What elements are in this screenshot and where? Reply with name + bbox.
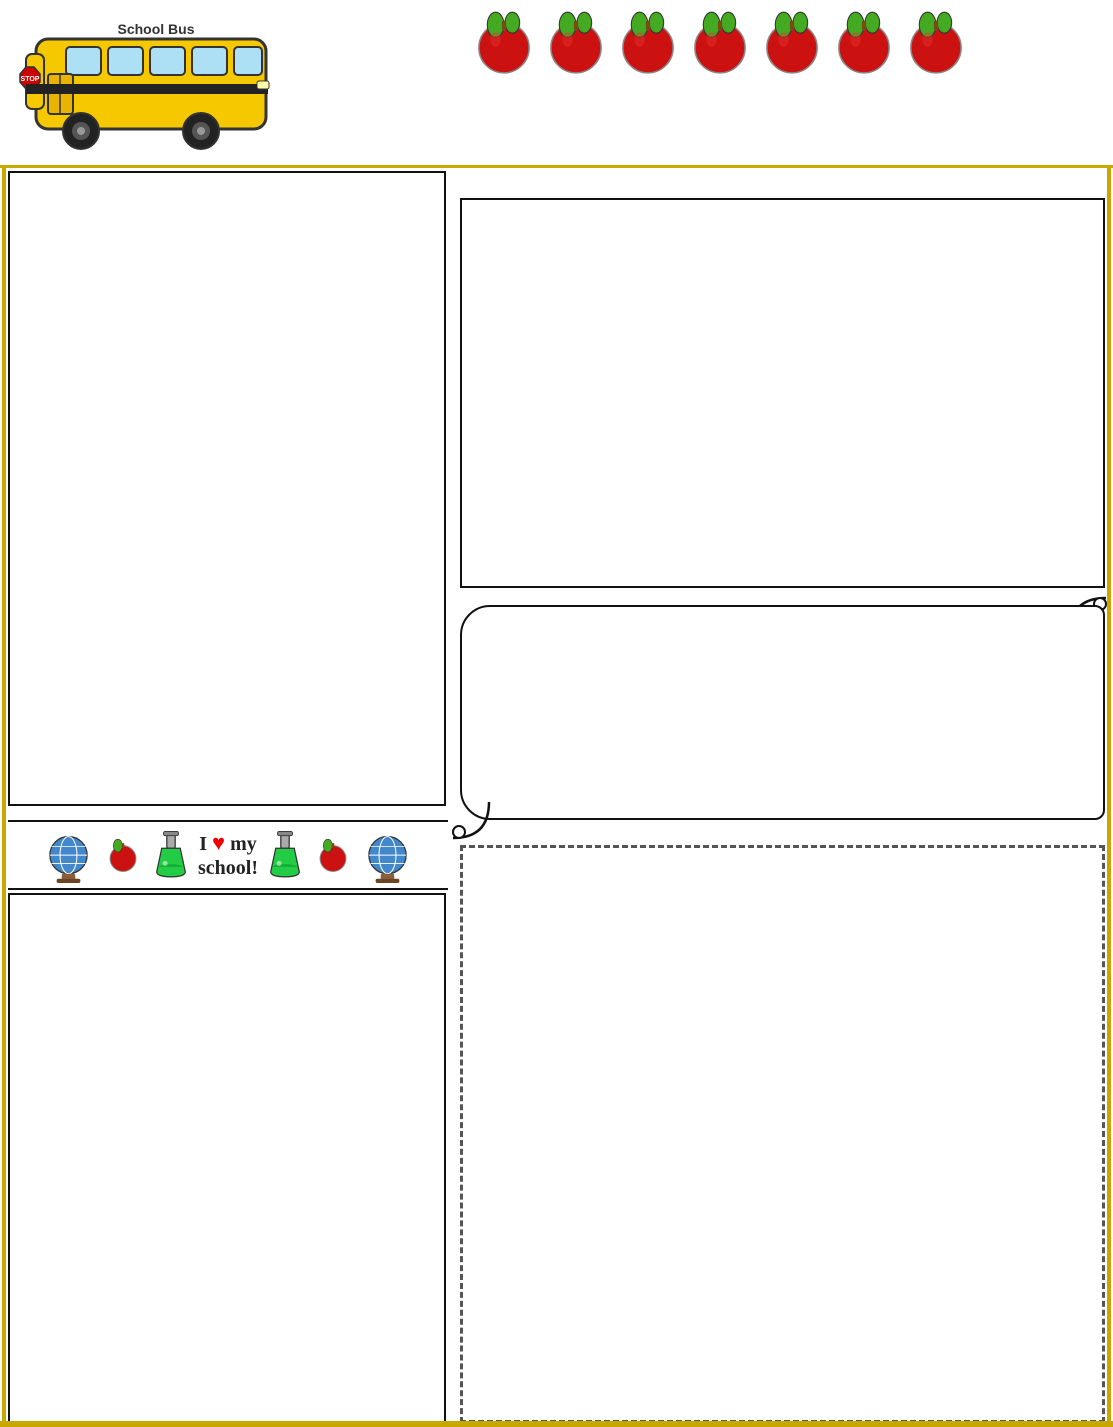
globe-icon [41,828,96,883]
apple-icon [470,8,538,76]
apple-icon [902,8,970,76]
heart-icon: ♥ [212,830,225,855]
apple-icon [614,8,682,76]
globe-icon [360,828,415,883]
flask-icon [150,829,192,881]
apple-icon [542,8,610,76]
left-top-content-box [8,171,446,806]
school-bus-icon: STOP School Bus [6,9,286,159]
header-bar: STOP School Bus [0,0,1113,168]
bus-area: STOP School Bus [0,0,300,168]
school-banner: I ♥ myschool! [8,820,448,890]
bottom-gold-strip [0,1421,1113,1427]
scroll-content-box [460,605,1105,820]
svg-text:School Bus: School Bus [117,21,194,37]
apple-icon [312,834,354,876]
apple-icon [830,8,898,76]
header-apples-row [470,8,970,76]
bottom-left-content-box [8,893,446,1423]
apple-icon [102,834,144,876]
apple-icon [758,8,826,76]
scroll-curl-bottom-left-icon [451,800,491,840]
banner-text: I ♥ myschool! [198,830,258,880]
apple-icon [686,8,754,76]
bottom-right-dashed-box [460,845,1105,1423]
flask-icon [264,829,306,881]
right-top-content-box [460,198,1105,588]
svg-text:STOP: STOP [21,76,40,83]
